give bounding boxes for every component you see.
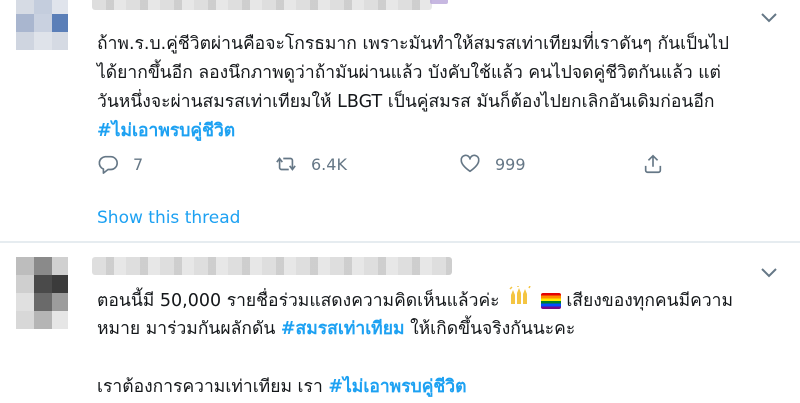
tweet-text-line: วันหนึ่งจะผ่านสมรสเท่าเทียมให้ LBGT เป็น…: [97, 92, 715, 112]
reply-count: 7: [133, 154, 144, 174]
tweet-text-line: ถ้าพ.ร.บ.คู่ชีวิตผ่านคือจะโกรธมาก เพราะม…: [97, 34, 730, 54]
tweet-text: ตอนนี้มี 50,000 รายชื่อร่วมแสดงความคิดเห…: [97, 285, 787, 402]
rainbow-flag-emoji: [540, 293, 561, 309]
tweet-text-line: ตอนนี้มี 50,000 รายชื่อร่วมแสดงความคิดเห…: [97, 285, 787, 316]
tweet-text-line: หมาย มาร่วมกันผลักดัน #สมรสเท่าเทียม ให้…: [97, 315, 787, 344]
like-icon: [460, 154, 480, 173]
reply-icon: [98, 155, 118, 174]
blurred-username[interactable]: [92, 0, 432, 10]
tweet-text-segment: เสียงของทุกคนมีความ: [566, 291, 734, 311]
like-count: 999: [495, 154, 526, 174]
blurred-badge: [430, 0, 448, 4]
tweet-text: ถ้าพ.ร.บ.คู่ชีวิตผ่านคือจะโกรธมาก เพราะม…: [97, 30, 787, 146]
retweet-button[interactable]: 6.4K: [275, 150, 347, 178]
hashtag-link[interactable]: #ไม่เอาพรบคู่ชีวิต: [97, 117, 787, 146]
share-button[interactable]: [642, 150, 678, 178]
retweet-count: 6.4K: [311, 154, 347, 174]
avatar[interactable]: [16, 257, 68, 331]
raising-hands-emoji: [508, 285, 532, 316]
tweet-text-line: เราต้องการความเท่าเทียม เรา #ไม่เอาพรบคู…: [97, 373, 787, 402]
like-button[interactable]: 999: [459, 150, 526, 178]
reply-button[interactable]: 7: [97, 150, 143, 178]
tweet-text-segment: หมาย มาร่วมกันผลักดัน: [97, 319, 276, 339]
tweet-text-segment: ให้เกิดขึ้นจริงกันนะคะ: [410, 319, 576, 339]
tweet-1: ถ้าพ.ร.บ.คู่ชีวิตผ่านคือจะโกรธมาก เพราะม…: [0, 0, 800, 242]
chevron-down-icon[interactable]: [760, 12, 778, 24]
retweet-icon: [276, 157, 296, 171]
show-thread-link[interactable]: Show this thread: [97, 208, 240, 228]
blurred-username[interactable]: [92, 257, 452, 275]
tweet-text-line: ได้ยากขึ้นอีก ลองนึกภาพดูว่าถ้ามันผ่านแล…: [97, 63, 721, 83]
chevron-down-icon[interactable]: [760, 267, 778, 279]
hashtag-link[interactable]: #ไม่เอาพรบคู่ชีวิต: [328, 377, 466, 397]
tweet-text-segment: เราต้องการความเท่าเทียม เรา: [97, 377, 323, 397]
avatar[interactable]: [16, 0, 68, 62]
hashtag-link[interactable]: #สมรสเท่าเทียม: [281, 319, 405, 339]
share-icon: [644, 154, 662, 174]
tweet-text-segment: ตอนนี้มี 50,000 รายชื่อร่วมแสดงความคิดเห…: [97, 291, 500, 311]
tweet-actions: 7 6.4K 999: [97, 150, 697, 178]
